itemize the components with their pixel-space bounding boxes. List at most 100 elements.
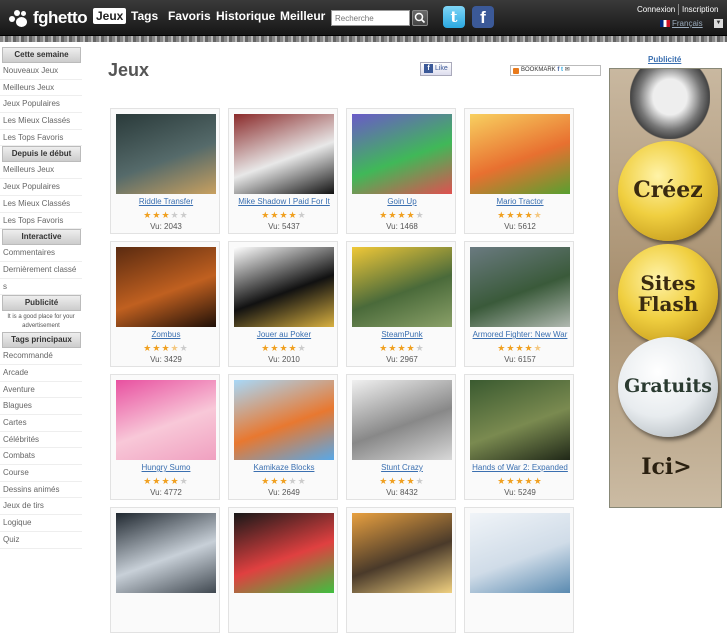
game-card[interactable]: Goin Up ★★★★★ Vu: 1468 bbox=[346, 108, 456, 234]
game-card[interactable]: Mike Shadow I Paid For It ★★★★★ Vu: 5437 bbox=[228, 108, 338, 234]
sidebar-item[interactable]: Les Mieux Classés bbox=[0, 113, 82, 130]
rating-stars[interactable]: ★★★★★ bbox=[111, 210, 221, 221]
game-thumbnail[interactable] bbox=[352, 247, 452, 327]
game-card[interactable]: SteamPunk ★★★★★ Vu: 2967 bbox=[346, 241, 456, 367]
sidebar-item[interactable]: Meilleurs Jeux bbox=[0, 80, 82, 97]
sidebar-item[interactable]: Jeux Populaires bbox=[0, 179, 82, 196]
game-thumbnail[interactable] bbox=[234, 380, 334, 460]
star-icon[interactable]: ★ bbox=[261, 210, 270, 220]
facebook-icon[interactable]: f bbox=[472, 6, 494, 28]
star-icon[interactable]: ★ bbox=[525, 210, 534, 220]
sidebar-item[interactable]: Commentaires bbox=[0, 245, 82, 262]
game-title-link[interactable]: Riddle Transfer bbox=[111, 197, 221, 206]
star-icon[interactable]: ★ bbox=[171, 476, 180, 486]
sidebar-item[interactable]: Les Mieux Classés bbox=[0, 196, 82, 213]
game-card[interactable]: Stunt Crazy ★★★★★ Vu: 8432 bbox=[346, 374, 456, 500]
star-icon[interactable]: ★ bbox=[298, 343, 307, 353]
star-icon[interactable]: ★ bbox=[261, 476, 270, 486]
publicite-label[interactable]: Publicité bbox=[648, 55, 681, 64]
star-icon[interactable]: ★ bbox=[161, 343, 170, 353]
star-icon[interactable]: ★ bbox=[279, 210, 288, 220]
inscription-link[interactable]: Inscription bbox=[682, 5, 718, 14]
sidebar-item[interactable]: Dernièrement classé bbox=[0, 262, 82, 279]
nav-meilleur[interactable]: Meilleur bbox=[280, 9, 325, 23]
star-icon[interactable]: ★ bbox=[416, 210, 425, 220]
sidebar-item[interactable]: Les Tops Favoris bbox=[0, 213, 82, 230]
rating-stars[interactable]: ★★★★★ bbox=[347, 476, 457, 487]
rating-stars[interactable]: ★★★★★ bbox=[347, 343, 457, 354]
star-icon[interactable]: ★ bbox=[534, 343, 543, 353]
game-thumbnail[interactable] bbox=[116, 247, 216, 327]
game-card[interactable] bbox=[110, 507, 220, 633]
game-thumbnail[interactable] bbox=[234, 513, 334, 593]
game-card[interactable] bbox=[346, 507, 456, 633]
connexion-link[interactable]: Connexion bbox=[637, 5, 675, 14]
sidebar-item[interactable]: s bbox=[0, 279, 82, 296]
game-title-link[interactable]: Mike Shadow I Paid For It bbox=[229, 197, 339, 206]
star-icon[interactable]: ★ bbox=[515, 343, 524, 353]
star-icon[interactable]: ★ bbox=[525, 476, 534, 486]
rating-stars[interactable]: ★★★★★ bbox=[229, 210, 339, 221]
game-thumbnail[interactable] bbox=[234, 247, 334, 327]
game-thumbnail[interactable] bbox=[352, 114, 452, 194]
game-card[interactable]: Riddle Transfer ★★★★★ Vu: 2043 bbox=[110, 108, 220, 234]
star-icon[interactable]: ★ bbox=[397, 210, 406, 220]
rating-stars[interactable]: ★★★★★ bbox=[465, 476, 575, 487]
star-icon[interactable]: ★ bbox=[161, 476, 170, 486]
star-icon[interactable]: ★ bbox=[180, 210, 189, 220]
game-thumbnail[interactable] bbox=[470, 114, 570, 194]
sidebar-item[interactable]: Les Tops Favoris bbox=[0, 130, 82, 147]
tag-item[interactable]: Course bbox=[0, 465, 82, 482]
nav-tags[interactable]: Tags bbox=[131, 9, 158, 23]
star-icon[interactable]: ★ bbox=[143, 476, 152, 486]
game-title-link[interactable]: Jouer au Poker bbox=[229, 330, 339, 339]
tag-item[interactable]: Recommandé bbox=[0, 348, 82, 365]
star-icon[interactable]: ★ bbox=[497, 476, 506, 486]
star-icon[interactable]: ★ bbox=[397, 343, 406, 353]
star-icon[interactable]: ★ bbox=[515, 210, 524, 220]
star-icon[interactable]: ★ bbox=[143, 210, 152, 220]
search-button[interactable] bbox=[412, 10, 428, 26]
game-thumbnail[interactable] bbox=[352, 380, 452, 460]
game-title-link[interactable]: Armored Fighter: New War bbox=[465, 330, 575, 339]
game-title-link[interactable]: Mario Tractor bbox=[465, 197, 575, 206]
star-icon[interactable]: ★ bbox=[298, 210, 307, 220]
game-card[interactable]: Mario Tractor ★★★★★ Vu: 5612 bbox=[464, 108, 574, 234]
tag-item[interactable]: Arcade bbox=[0, 365, 82, 382]
star-icon[interactable]: ★ bbox=[534, 210, 543, 220]
star-icon[interactable]: ★ bbox=[497, 210, 506, 220]
game-card[interactable]: Armored Fighter: New War ★★★★★ Vu: 6157 bbox=[464, 241, 574, 367]
game-title-link[interactable]: Goin Up bbox=[347, 197, 457, 206]
game-card[interactable] bbox=[464, 507, 574, 633]
game-thumbnail[interactable] bbox=[116, 380, 216, 460]
nav-favoris[interactable]: Favoris bbox=[168, 9, 211, 23]
sidebar-item[interactable]: Nouveaux Jeux bbox=[0, 63, 82, 80]
game-thumbnail[interactable] bbox=[116, 114, 216, 194]
star-icon[interactable]: ★ bbox=[497, 343, 506, 353]
rating-stars[interactable]: ★★★★★ bbox=[465, 343, 575, 354]
star-icon[interactable]: ★ bbox=[279, 343, 288, 353]
sidebar-ad[interactable]: It is a good place for your advertisemen… bbox=[0, 311, 82, 332]
star-icon[interactable]: ★ bbox=[379, 210, 388, 220]
star-icon[interactable]: ★ bbox=[180, 476, 189, 486]
language-select[interactable]: Français bbox=[672, 19, 703, 28]
star-icon[interactable]: ★ bbox=[407, 343, 416, 353]
tag-item[interactable]: Aventure bbox=[0, 382, 82, 399]
game-card[interactable]: Jouer au Poker ★★★★★ Vu: 2010 bbox=[228, 241, 338, 367]
rating-stars[interactable]: ★★★★★ bbox=[347, 210, 457, 221]
nav-historique[interactable]: Historique bbox=[216, 9, 275, 23]
game-title-link[interactable]: Hands of War 2: Expanded bbox=[465, 463, 575, 472]
game-thumbnail[interactable] bbox=[352, 513, 452, 593]
game-thumbnail[interactable] bbox=[116, 513, 216, 593]
star-icon[interactable]: ★ bbox=[407, 210, 416, 220]
star-icon[interactable]: ★ bbox=[289, 476, 298, 486]
star-icon[interactable]: ★ bbox=[379, 476, 388, 486]
nav-jeux[interactable]: Jeux bbox=[93, 8, 127, 24]
rating-stars[interactable]: ★★★★★ bbox=[229, 476, 339, 487]
star-icon[interactable]: ★ bbox=[180, 343, 189, 353]
game-title-link[interactable]: Hungry Sumo bbox=[111, 463, 221, 472]
rating-stars[interactable]: ★★★★★ bbox=[111, 343, 221, 354]
sidebar-item[interactable]: Meilleurs Jeux bbox=[0, 162, 82, 180]
star-icon[interactable]: ★ bbox=[534, 476, 543, 486]
star-icon[interactable]: ★ bbox=[416, 343, 425, 353]
